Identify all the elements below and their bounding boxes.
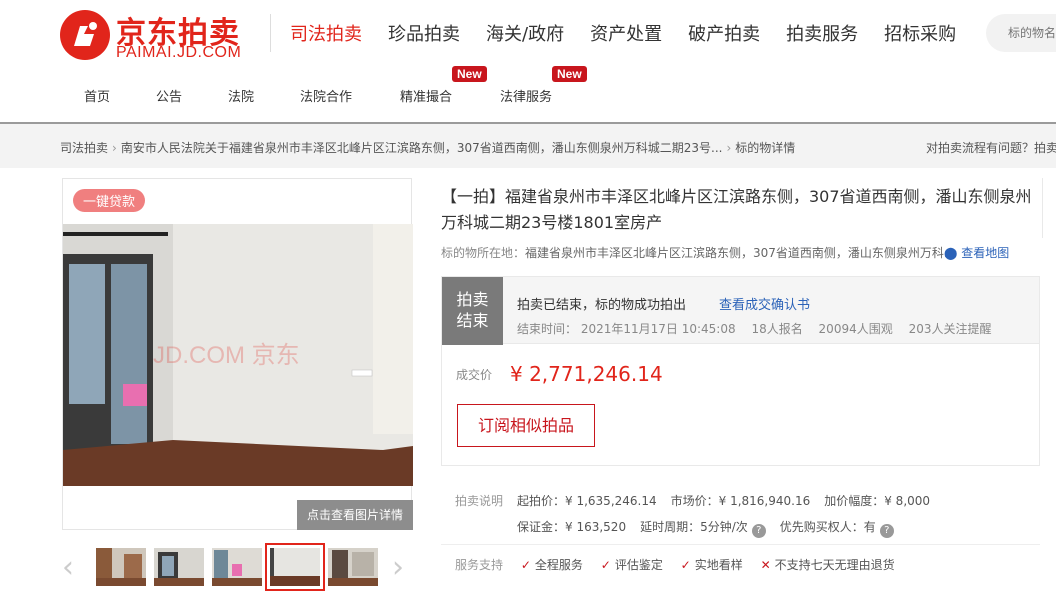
market-price: 市场价：¥ 1,816,940.16 bbox=[670, 494, 811, 508]
nav-bankruptcy-auction[interactable]: 破产拍卖 bbox=[688, 20, 760, 46]
breadcrumb-current: 标的物详情 bbox=[735, 141, 796, 155]
view-map-label: 查看地图 bbox=[961, 246, 1010, 260]
item-location: 标的物所在地：福建省泉州市丰泽区北峰片区江滨路东侧，307省道西南侧，潘山东侧泉… bbox=[441, 244, 955, 261]
brand-logo[interactable]: 京东拍卖 PAIMAI.JD.COM bbox=[60, 8, 260, 61]
new-badge: New bbox=[452, 66, 487, 82]
location-label: 标的物所在地： bbox=[441, 246, 526, 260]
nav-judicial-auction[interactable]: 司法拍卖 bbox=[290, 20, 362, 46]
service-support-row: 服务支持 ✓ 全程服务 ✓ 评估鉴定 ✓ 实地看样 ✕ 不支持七天无理由退货 bbox=[455, 556, 909, 573]
service-full-label: 全程服务 bbox=[534, 558, 583, 572]
header-divider bbox=[270, 14, 271, 52]
status-message: 拍卖已结束，标的物成功拍出 bbox=[517, 298, 687, 313]
check-icon: ✓ bbox=[600, 558, 611, 572]
service-appraisal-label: 评估鉴定 bbox=[614, 558, 663, 572]
brand-domain: PAIMAI.JD.COM bbox=[116, 44, 242, 61]
chevron-right-icon: › bbox=[112, 141, 117, 155]
service-no-return: ✕ 不支持七天无理由退货 bbox=[761, 558, 895, 572]
subnav-court-cooperation[interactable]: 法院合作 bbox=[300, 86, 352, 105]
main-nav: 司法拍卖 珍品拍卖 海关/政府 资产处置 破产拍卖 拍卖服务 招标采购 bbox=[290, 20, 982, 46]
deposit: 保证金：¥ 163,520 bbox=[517, 520, 627, 534]
status-tag: 拍卖 结束 bbox=[442, 277, 503, 345]
location-value: 福建省泉州市丰泽区北峰片区江滨路东侧，307省道西南侧，潘山东侧泉州万科... bbox=[525, 246, 956, 260]
auction-status-panel: 拍卖 结束 拍卖已结束，标的物成功拍出 查看成交确认书 结束时间： 2021年1… bbox=[441, 276, 1040, 345]
nav-customs-government[interactable]: 海关/政府 bbox=[486, 20, 564, 46]
final-price-label: 成交价 bbox=[456, 368, 493, 382]
watcher-count: 203人关注提醒 bbox=[908, 322, 992, 336]
view-confirmation-link[interactable]: 查看成交确认书 bbox=[719, 294, 810, 313]
subnav-home[interactable]: 首页 bbox=[84, 86, 110, 105]
chevron-left-icon[interactable]: ‹ bbox=[62, 550, 74, 585]
cross-icon: ✕ bbox=[760, 558, 771, 572]
end-time: 结束时间： 2021年11月17日 10:45:08 bbox=[517, 322, 736, 336]
chevron-right-icon: › bbox=[726, 141, 732, 155]
start-price: 起拍价：¥ 1,635,246.14 bbox=[517, 494, 657, 508]
thumbnail-strip: ‹ › bbox=[62, 540, 412, 596]
section-divider bbox=[441, 544, 1040, 545]
subnav-legal-service[interactable]: 法律服务 New bbox=[500, 66, 587, 105]
chevron-right-icon[interactable]: › bbox=[392, 550, 404, 585]
auction-info-row-2: 保证金：¥ 163,520 延时周期：5分钟/次? 优先购买权人：有? bbox=[517, 518, 894, 538]
search-input[interactable] bbox=[986, 14, 1056, 52]
status-tag-line1: 拍卖 bbox=[456, 290, 489, 309]
nav-bidding-procurement[interactable]: 招标采购 bbox=[884, 20, 956, 46]
breadcrumb-court-notice[interactable]: 南安市人民法院关于福建省泉州市丰泽区北峰片区江滨路东侧，307省道西南侧，潘山东… bbox=[121, 141, 723, 155]
priority-buyer: 优先购买权人：有 bbox=[779, 520, 876, 534]
thumbnail-5[interactable] bbox=[328, 548, 378, 586]
help-icon[interactable]: ? bbox=[879, 524, 894, 538]
service-label: 服务支持 bbox=[455, 558, 504, 572]
item-title: 【一拍】福建省泉州市丰泽区北峰片区江滨路东侧，307省道西南侧，潘山东侧泉州万科… bbox=[441, 187, 1032, 232]
new-badge: New bbox=[552, 66, 587, 82]
signup-count: 18人报名 bbox=[751, 322, 803, 336]
service-no-return-label: 不支持七天无理由退货 bbox=[774, 558, 895, 572]
breadcrumb-judicial[interactable]: 司法拍卖 bbox=[60, 141, 108, 155]
view-map-link[interactable]: ⬤ 查看地图 bbox=[944, 244, 1009, 261]
auction-info-label: 拍卖说明 bbox=[455, 494, 504, 508]
service-onsite-label: 实地看样 bbox=[694, 558, 743, 572]
check-icon: ✓ bbox=[520, 558, 531, 572]
side-panel-edge bbox=[1042, 178, 1043, 238]
thumbnail-3[interactable] bbox=[212, 548, 262, 586]
status-tag-line2: 结束 bbox=[456, 311, 489, 330]
thumbnail-1[interactable] bbox=[96, 548, 146, 586]
map-pin-icon: ⬤ bbox=[944, 246, 958, 260]
breadcrumb: 司法拍卖 › 南安市人民法院关于福建省泉州市丰泽区北峰片区江滨路东侧，307省道西南… bbox=[60, 139, 795, 156]
subnav-precise-matching[interactable]: 精准撮合 New bbox=[400, 66, 487, 105]
subscribe-similar-button[interactable]: 订阅相似拍品 bbox=[457, 404, 595, 447]
view-image-detail-button[interactable]: 点击查看图片详情 bbox=[297, 500, 413, 530]
final-price-value: ¥ 2,771,246.14 bbox=[510, 362, 663, 386]
breadcrumb-bar: 司法拍卖 › 南安市人民法院关于福建省泉州市丰泽区北峰片区江滨路东侧，307省道西南… bbox=[0, 124, 1056, 168]
bid-increment: 加价幅度：¥ 8,000 bbox=[824, 494, 931, 508]
sub-nav: 首页 公告 法院 法院合作 精准撮合 New 法律服务 New bbox=[0, 66, 1056, 108]
photo-watermark: JD.COM 京东 bbox=[153, 342, 300, 369]
nav-asset-disposal[interactable]: 资产处置 bbox=[590, 20, 662, 46]
image-gallery: 一键贷款 JD.COM 京东 点击查看图片详情 bbox=[62, 178, 413, 530]
subnav-precise-matching-label: 精准撮合 bbox=[400, 90, 453, 105]
subnav-courts[interactable]: 法院 bbox=[228, 86, 254, 105]
view-count: 20094人围观 bbox=[818, 322, 893, 336]
service-appraisal: ✓ 评估鉴定 bbox=[601, 558, 663, 572]
delay-period: 延时周期：5分钟/次 bbox=[640, 520, 748, 534]
status-meta: 结束时间： 2021年11月17日 10:45:08 18人报名 20094人围… bbox=[517, 320, 1003, 337]
thumbnail-4-selected[interactable] bbox=[265, 543, 325, 591]
nav-auction-service[interactable]: 拍卖服务 bbox=[786, 20, 858, 46]
process-help-link[interactable]: 对拍卖流程有问题？拍卖 bbox=[926, 139, 1056, 156]
logo-icon bbox=[60, 10, 110, 60]
thumbnail-2[interactable] bbox=[154, 548, 204, 586]
check-icon: ✓ bbox=[680, 558, 691, 572]
service-full: ✓ 全程服务 bbox=[521, 558, 583, 572]
service-onsite: ✓ 实地看样 bbox=[681, 558, 743, 572]
loan-tag[interactable]: 一键贷款 bbox=[73, 189, 146, 212]
help-icon[interactable]: ? bbox=[751, 524, 766, 538]
subnav-legal-service-label: 法律服务 bbox=[500, 90, 553, 105]
auction-info-row-1: 拍卖说明 起拍价：¥ 1,635,246.14 市场价：¥ 1,816,940.16… bbox=[455, 492, 930, 509]
nav-treasure-auction[interactable]: 珍品拍卖 bbox=[388, 20, 460, 46]
main-photo[interactable]: JD.COM 京东 bbox=[63, 224, 413, 486]
price-panel: 成交价 ¥ 2,771,246.14 订阅相似拍品 bbox=[441, 344, 1040, 466]
subnav-announcements[interactable]: 公告 bbox=[156, 86, 182, 105]
search-box[interactable] bbox=[986, 14, 1056, 52]
